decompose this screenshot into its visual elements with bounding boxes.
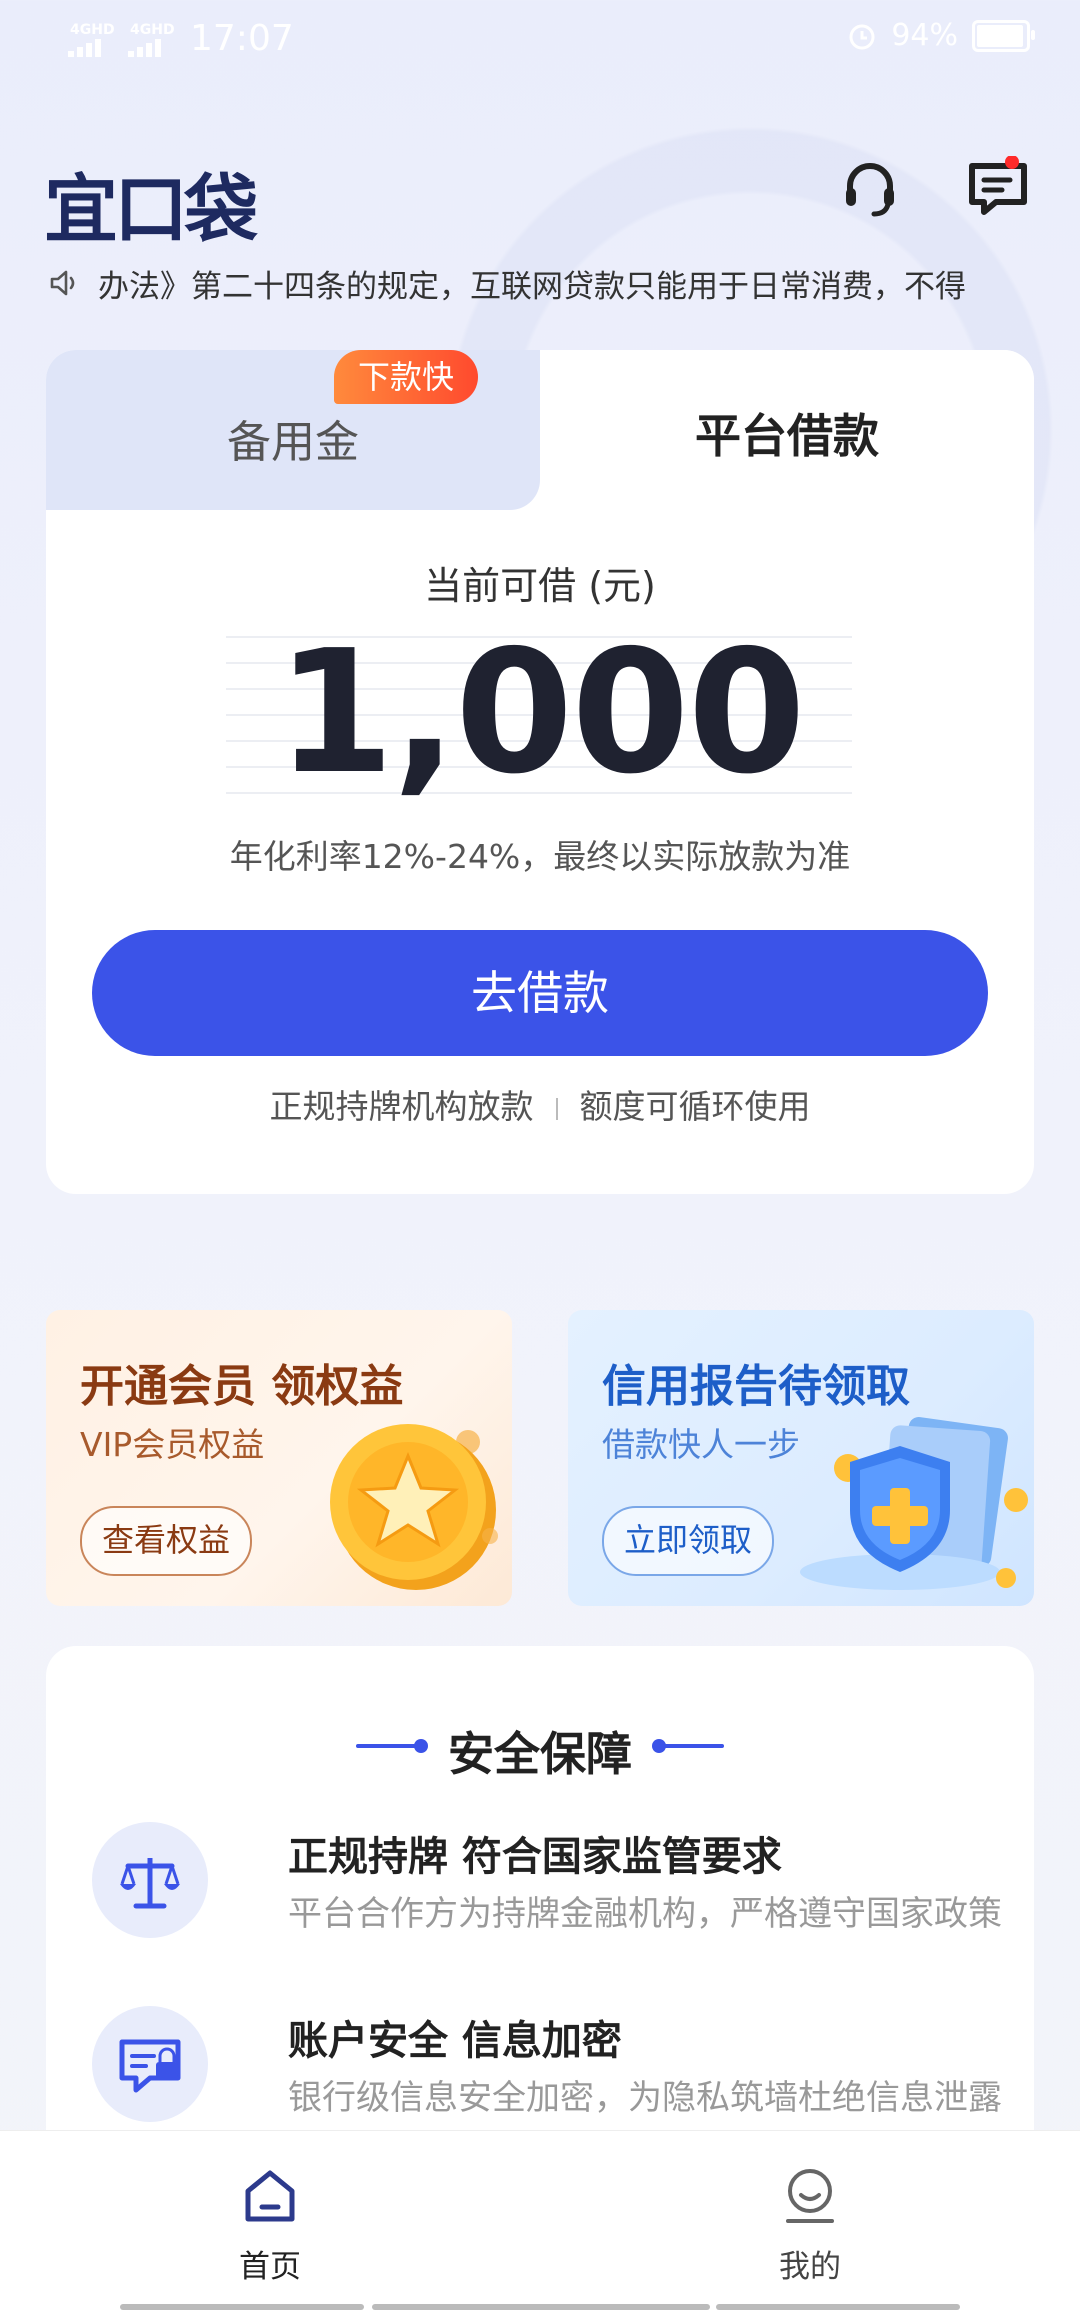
security-item: 正规持牌 符合国家监管要求 平台合作方为持牌金融机构，严格遵守国家政策 — [92, 1822, 1002, 1942]
security-item: 账户安全 信息加密 银行级信息安全加密，为隐私筑墙杜绝信息泄露 — [92, 2006, 1002, 2126]
home-icon — [245, 2170, 295, 2222]
claim-now-button[interactable]: 立即领取 — [602, 1506, 775, 1576]
messages-button[interactable] — [966, 155, 1030, 224]
app-logo: 宜口袋 — [44, 167, 258, 253]
nav-home[interactable]: 首页 — [190, 2165, 350, 2286]
nav-profile[interactable]: 我的 — [730, 2165, 890, 2286]
battery-icon — [972, 19, 1035, 52]
bottom-nav: 首页 我的 — [0, 2130, 1080, 2317]
title-decoration — [658, 1744, 724, 1748]
profile-icon — [786, 2169, 834, 2223]
nav-label: 首页 — [239, 2249, 301, 2285]
signal-icon: 4GHD — [64, 21, 115, 57]
notice-text: 办法》第二十四条的规定，互联网贷款只能用于日常消费，不得 — [98, 268, 966, 305]
security-item-title: 正规持牌 符合国家监管要求 — [288, 1834, 782, 1880]
security-item-desc: 平台合作方为持牌金融机构，严格遵守国家政策 — [288, 1894, 1002, 1934]
vip-promo-card[interactable]: 开通会员 领权益 VIP会员权益 查看权益 — [46, 1310, 512, 1606]
status-time: 17:07 — [190, 18, 294, 59]
tag-revolving: 额度可循环使用 — [579, 1087, 811, 1126]
security-item-title: 账户安全 信息加密 — [288, 2018, 622, 2064]
loan-card: 备用金 平台借款 当前可借 (元) 1,000 年化利率12%-24%，最终以实… — [46, 350, 1034, 1194]
tab-label: 备用金 — [227, 417, 359, 468]
gesture-bar — [716, 2304, 960, 2310]
promo-subtitle: VIP会员权益 — [80, 1425, 265, 1464]
signal-icon: 4GHD — [124, 21, 175, 57]
security-section: 安全保障 正规持牌 符合国家监管要求 平台合作方为持牌金融机构，严格遵守国家政策 — [46, 1646, 1034, 2186]
battery-percent: 94% — [891, 18, 958, 53]
customer-service-button[interactable] — [838, 158, 902, 226]
tab-platform-loan[interactable]: 平台借款 — [540, 350, 1034, 510]
message-icon — [969, 155, 1027, 215]
alarm-icon — [849, 24, 875, 49]
available-label: 当前可借 (元) — [424, 564, 656, 608]
nav-label: 我的 — [779, 2249, 841, 2285]
available-amount: 1,000 — [276, 614, 806, 812]
tag-licensed: 正规持牌机构放款 — [269, 1087, 534, 1126]
speaker-icon — [50, 270, 75, 296]
star-coin-icon — [330, 1424, 498, 1590]
gesture-bar — [120, 2304, 364, 2310]
status-bar: 4GHD 4GHD 17:07 94% — [0, 0, 1080, 80]
fast-disbursement-badge: 下款快 — [334, 350, 479, 404]
interest-rate-text: 年化利率12%-24%，最终以实际放款为准 — [229, 837, 851, 876]
gesture-bar — [372, 2304, 710, 2310]
shield-report-icon — [800, 1417, 1028, 1590]
promo-subtitle: 借款快人一步 — [602, 1425, 800, 1464]
security-title: 安全保障 — [448, 1727, 632, 1781]
borrow-button[interactable]: 去借款 — [92, 930, 988, 1056]
secure-card-icon — [92, 2006, 208, 2122]
card-tags: 正规持牌机构放款 额度可循环使用 — [46, 1080, 1034, 1128]
scale-icon — [92, 1822, 208, 1938]
headset-icon — [846, 163, 894, 217]
tab-label: 平台借款 — [695, 409, 879, 463]
view-benefits-button[interactable]: 查看权益 — [80, 1506, 253, 1576]
notice-bar[interactable]: 办法》第二十四条的规定，互联网贷款只能用于日常消费，不得 — [48, 258, 1038, 308]
credit-report-promo-card[interactable]: 信用报告待领取 借款快人一步 立即领取 — [568, 1310, 1034, 1606]
security-item-desc: 银行级信息安全加密，为隐私筑墙杜绝信息泄露 — [288, 2078, 1002, 2118]
divider — [555, 1097, 558, 1120]
